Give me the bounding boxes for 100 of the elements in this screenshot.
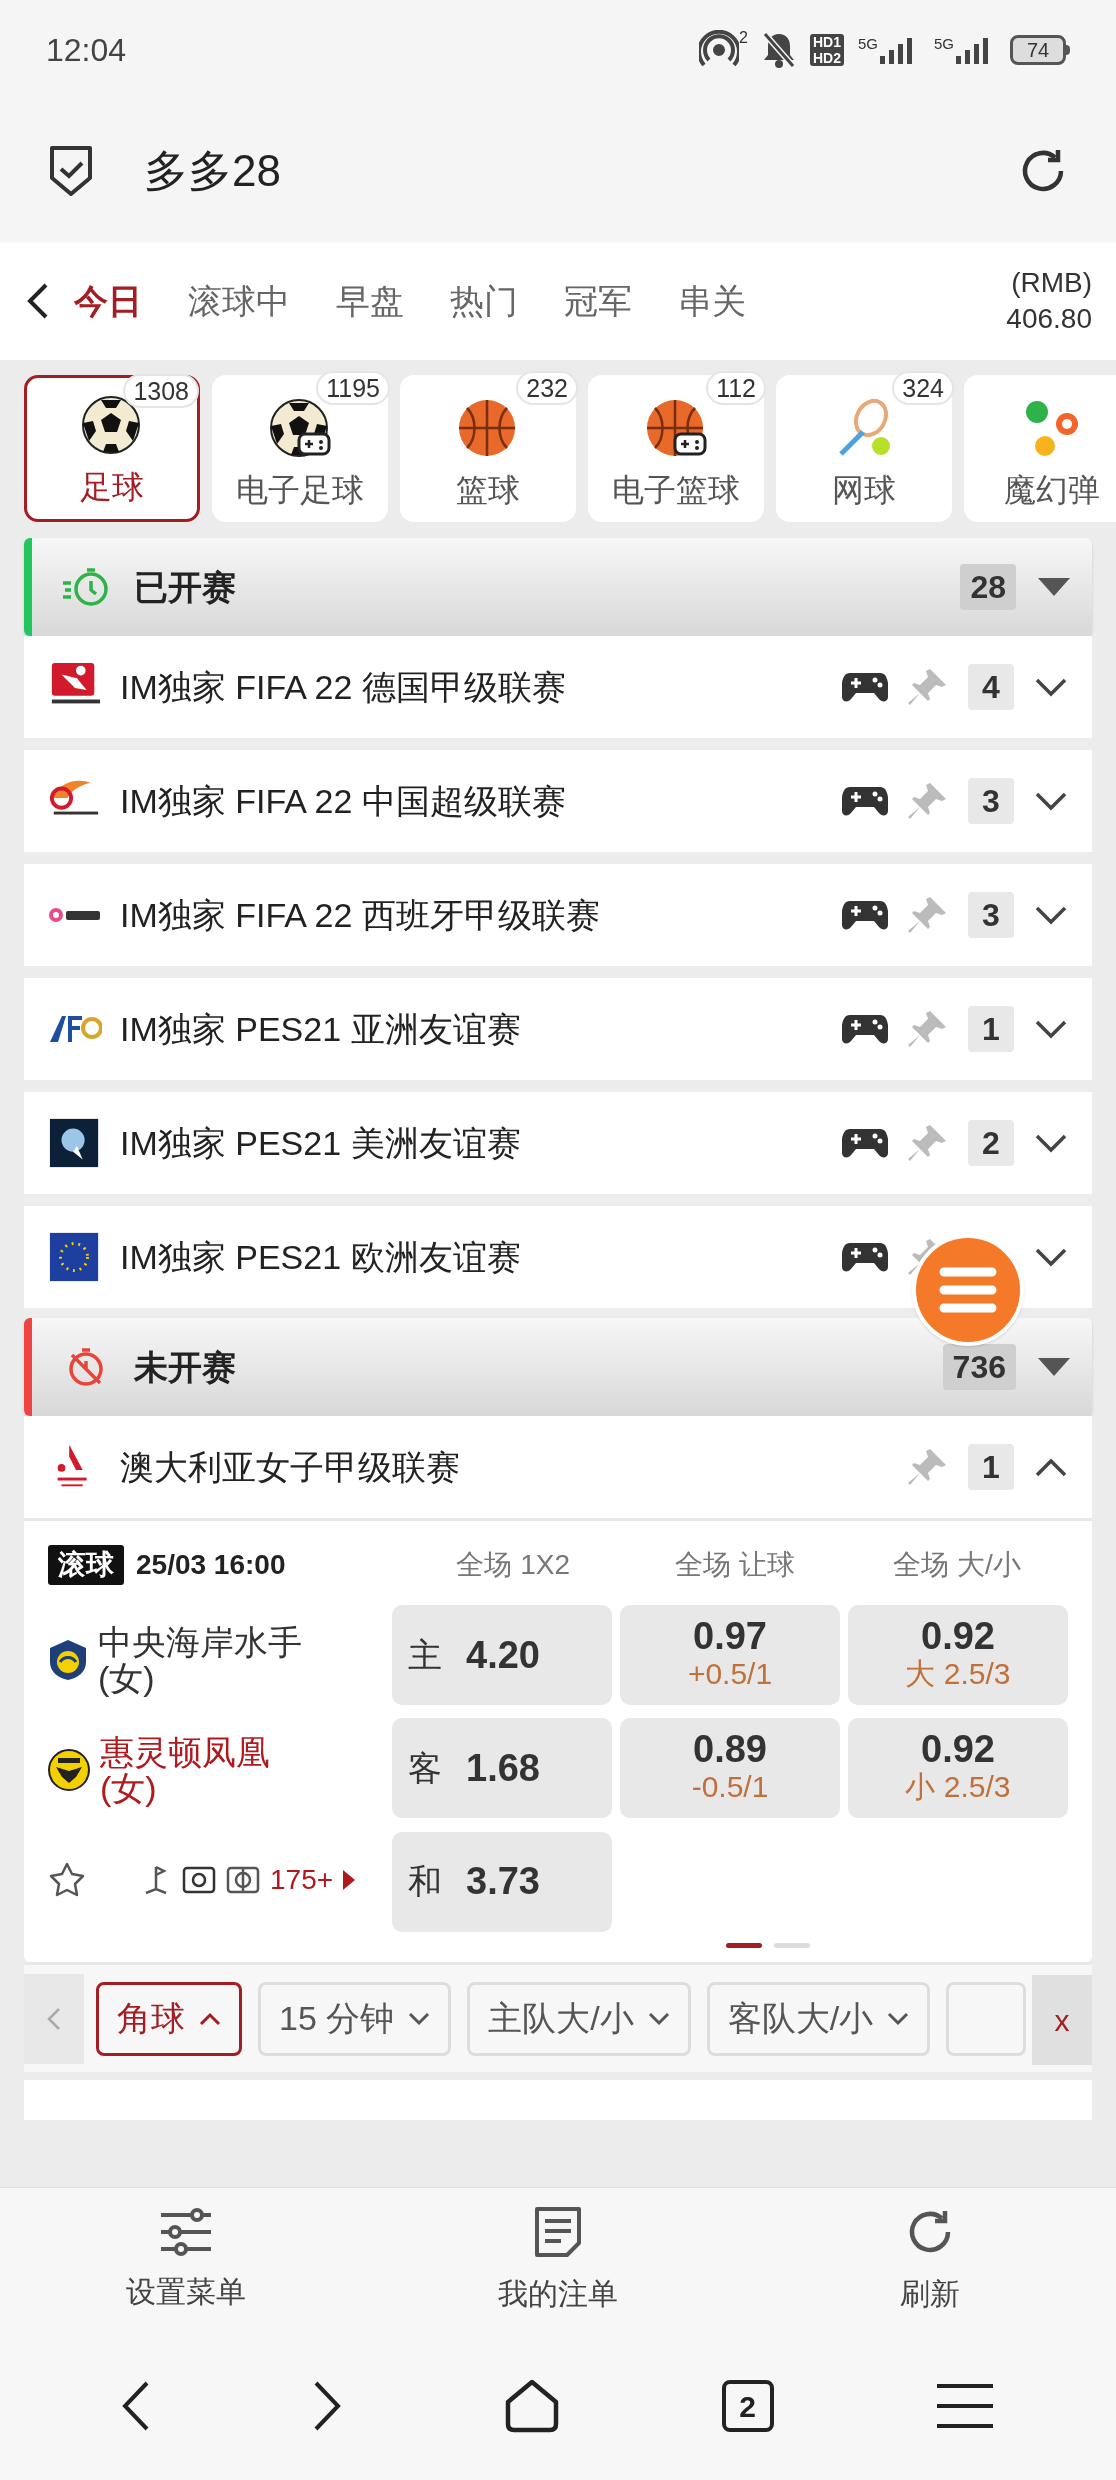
league-row[interactable]: IM独家 FIFA 22 西班牙甲级联赛 3 — [24, 864, 1092, 966]
league-row[interactable]: IM独家 PES21 亚洲友谊赛 1 — [24, 978, 1092, 1080]
back-icon[interactable] — [26, 281, 50, 321]
menu-icon[interactable] — [935, 2382, 996, 2430]
triangle-right-icon — [343, 1870, 356, 1890]
league-name: IM独家 FIFA 22 中国超级联赛 — [120, 780, 566, 822]
count-badge: 736 — [942, 1344, 1016, 1390]
odds-button[interactable]: 0.89 -0.5/1 — [620, 1718, 840, 1819]
nav-tab[interactable]: 热门 — [450, 275, 518, 327]
sport-label: 电子篮球 — [612, 471, 740, 510]
section-header[interactable]: 未开赛 736 — [24, 1318, 1092, 1416]
sport-label: 电子足球 — [236, 471, 364, 510]
count-badge: 3 — [968, 778, 1014, 824]
hd-badge: HD1 HD2 — [809, 34, 844, 66]
odds-button[interactable]: 主 4.20 — [392, 1605, 612, 1705]
match-time: 25/03 16:00 — [136, 1548, 286, 1582]
team-name: 中央海岸水手(女) — [98, 1624, 303, 1696]
sport-card[interactable]: 魔幻弹 — [964, 375, 1116, 522]
triangle-down-icon[interactable] — [1038, 578, 1070, 596]
toolbar-button[interactable]: 设置菜单 — [0, 2188, 372, 2332]
sport-card[interactable]: 足球 1308 — [24, 375, 200, 522]
toolbar-button[interactable]: 刷新 — [744, 2188, 1116, 2332]
chevron-down-icon[interactable] — [1034, 791, 1068, 811]
count-badge: 1 — [968, 1006, 1014, 1052]
league-name: IM独家 PES21 欧洲友谊赛 — [120, 1236, 521, 1278]
league-row[interactable]: IM独家 FIFA 22 中国超级联赛 3 — [24, 750, 1092, 852]
hotspot-count: 2 — [739, 30, 748, 46]
caret-icon — [647, 2011, 670, 2026]
count-badge: 1308 — [123, 374, 199, 408]
network-label: 5G — [934, 36, 954, 51]
forward-icon[interactable] — [312, 2379, 343, 2433]
section-header[interactable]: 已开赛 28 — [24, 538, 1092, 636]
menu-icon — [938, 1266, 998, 1314]
chevron-up-icon[interactable] — [1034, 1457, 1068, 1477]
team-crest-icon — [48, 1638, 88, 1682]
column-header: 全场 让球 — [674, 1548, 797, 1582]
nav-tab[interactable]: 串关 — [678, 275, 746, 327]
odds-button[interactable]: 0.92 小 2.5/3 — [848, 1718, 1068, 1819]
count-badge: 112 — [706, 371, 766, 405]
filter-chip[interactable]: 主队大/小 — [467, 1981, 691, 2056]
section-title: 已开赛 — [134, 566, 236, 608]
stopwatch-icon — [61, 565, 111, 609]
league-row[interactable]: IM独家 PES21 美洲友谊赛 2 — [24, 1092, 1092, 1194]
close-button[interactable]: x — [1032, 1975, 1092, 2065]
nav-tab[interactable]: 今日 — [74, 275, 142, 327]
pitch-icon — [226, 1865, 260, 1895]
toolbar-button[interactable]: 我的注单 — [372, 2188, 744, 2332]
chevron-down-icon[interactable] — [1034, 905, 1068, 925]
chevron-down-icon[interactable] — [1034, 1133, 1068, 1153]
section-title: 未开赛 — [134, 1346, 236, 1388]
count-badge: 324 — [892, 371, 954, 405]
league-name: IM独家 PES21 美洲友谊赛 — [120, 1122, 521, 1164]
odds-button[interactable]: 0.97 +0.5/1 — [620, 1605, 840, 1705]
count-badge: 2 — [968, 1120, 1014, 1166]
count-badge: 1195 — [316, 371, 390, 405]
odds-button[interactable]: 客 1.68 — [392, 1718, 612, 1819]
league-name: 澳大利亚女子甲级联赛 — [120, 1446, 460, 1488]
column-header: 全场 1X2 — [455, 1548, 572, 1582]
live-badge: 滚球 — [48, 1545, 124, 1585]
caret-icon — [887, 2011, 910, 2026]
filter-chip[interactable]: 15 分钟 — [258, 1981, 452, 2056]
sport-label: 魔幻弹 — [1004, 471, 1100, 510]
triangle-down-icon[interactable] — [1038, 1358, 1070, 1376]
league-logo-icon — [48, 1014, 102, 1044]
odds-button[interactable]: 和 3.73 — [392, 1831, 612, 1932]
filter-chip[interactable]: 客队大/小 — [706, 1981, 931, 2056]
caret-icon — [199, 2011, 221, 2026]
nav-tab[interactable]: 冠军 — [564, 275, 632, 327]
document-icon — [533, 2204, 583, 2259]
sliders-icon — [159, 2206, 213, 2257]
star-icon[interactable] — [48, 1861, 86, 1899]
back-icon[interactable] — [120, 2379, 151, 2433]
column-header: 全场 大/小 — [892, 1548, 1022, 1582]
odds-button[interactable]: 0.92 大 2.5/3 — [848, 1605, 1068, 1705]
home-icon[interactable] — [504, 2378, 560, 2434]
league-logo-icon — [48, 906, 102, 924]
sport-label: 网球 — [832, 471, 896, 510]
team-crest-icon — [48, 1749, 90, 1791]
page-title: 多多28 — [144, 145, 281, 197]
league-name: IM独家 FIFA 22 德国甲级联赛 — [120, 666, 566, 708]
nav-tab[interactable]: 滚球中 — [188, 275, 290, 327]
clock: 12:04 — [46, 31, 127, 70]
currency-label: (RMB) — [1011, 266, 1092, 300]
league-row[interactable]: IM独家 FIFA 22 德国甲级联赛 4 — [24, 636, 1092, 738]
filter-chip[interactable]: 角球 — [96, 1981, 242, 2056]
league-name: IM独家 FIFA 22 西班牙甲级联赛 — [120, 894, 600, 936]
chevron-down-icon[interactable] — [1034, 677, 1068, 697]
league-row[interactable]: IM独家 PES21 欧洲友谊赛 — [24, 1206, 1092, 1308]
count-badge: 1 — [968, 1444, 1014, 1490]
tabs-button[interactable]: 2 — [721, 2380, 774, 2432]
nav-tab[interactable]: 早盘 — [336, 275, 404, 327]
camera-icon — [182, 1865, 216, 1895]
more-bets-link[interactable]: 175+ — [270, 1859, 334, 1901]
count-badge: 3 — [968, 892, 1014, 938]
bell-off-icon — [761, 31, 796, 69]
balance-amount: 406.80 — [1006, 302, 1092, 336]
count-badge: 28 — [960, 564, 1016, 610]
chevron-down-icon[interactable] — [1034, 1247, 1068, 1267]
soccer-ball-gamepad-icon — [269, 398, 331, 460]
chevron-down-icon[interactable] — [1034, 1019, 1068, 1039]
